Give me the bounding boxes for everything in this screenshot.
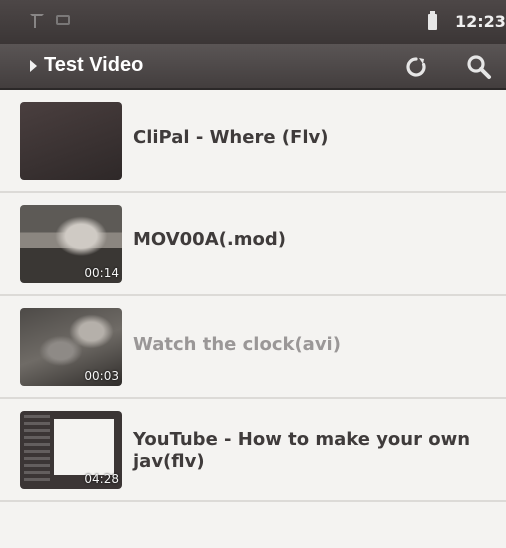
video-list: CliPal - Where (Flv) 00:14 MOV00A(.mod) …	[0, 90, 506, 502]
thumbnail-pattern	[24, 415, 50, 481]
video-title: MOV00A(.mod)	[133, 229, 286, 250]
title-bar: Test Video	[0, 44, 506, 90]
title-arrow-icon	[30, 60, 37, 72]
video-duration: 04:28	[84, 472, 119, 486]
page-title: Test Video	[44, 54, 144, 76]
video-list-screen: 12:23 Test Video CliPal - Where (Flv) 00…	[0, 0, 506, 548]
video-thumbnail	[20, 102, 122, 180]
search-icon[interactable]	[466, 54, 492, 80]
list-item[interactable]: 00:03 Watch the clock(avi)	[0, 296, 506, 399]
list-item[interactable]: CliPal - Where (Flv)	[0, 90, 506, 193]
video-thumbnail: 00:03	[20, 308, 122, 386]
video-title: YouTube - How to make your own jav(flv)	[133, 429, 471, 472]
usb-icon	[56, 15, 70, 25]
status-bar: 12:23	[0, 0, 506, 44]
video-title: CliPal - Where (Flv)	[133, 127, 329, 148]
video-thumbnail: 04:28	[20, 411, 122, 489]
list-item[interactable]: 04:28 YouTube - How to make your own jav…	[0, 399, 506, 502]
battery-icon	[428, 11, 437, 30]
video-title: Watch the clock(avi)	[133, 334, 341, 355]
status-clock: 12:23	[455, 12, 506, 31]
thumbnail-frame	[54, 419, 114, 475]
video-duration: 00:03	[84, 369, 119, 383]
list-item[interactable]: 00:14 MOV00A(.mod)	[0, 193, 506, 296]
video-duration: 00:14	[84, 266, 119, 280]
video-thumbnail: 00:14	[20, 205, 122, 283]
status-notification-icons	[28, 12, 70, 28]
refresh-icon[interactable]	[404, 55, 428, 79]
signal-icon	[28, 12, 44, 28]
